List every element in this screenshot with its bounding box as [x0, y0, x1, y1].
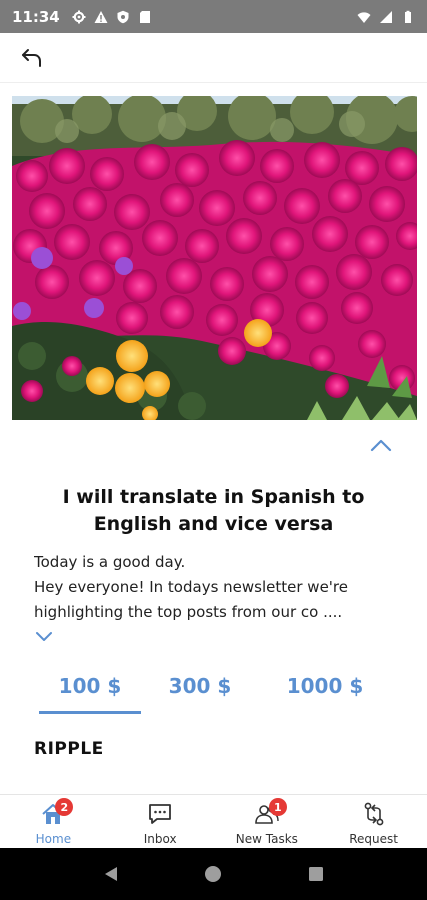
description-line: Today is a good day. [34, 553, 186, 571]
git-compare-icon [361, 801, 387, 827]
system-navigation-bar [0, 848, 427, 900]
nav-label: Request [349, 832, 398, 846]
wifi-icon [357, 11, 371, 23]
expand-description-button[interactable] [34, 627, 54, 645]
home-icon: 2 [40, 798, 74, 827]
status-notification-icons [72, 10, 152, 24]
gig-detail-screen: 11:34 I will translate in Spanish to Eng… [0, 0, 427, 900]
gig-image [12, 96, 417, 420]
image-carousel[interactable] [12, 96, 417, 420]
nav-item-inbox[interactable]: Inbox [107, 795, 214, 848]
app-bar [0, 33, 427, 83]
price-tab-1000[interactable]: 1000 $ [275, 674, 375, 698]
selected-tab-indicator [39, 711, 141, 714]
home-circle-icon [205, 866, 222, 882]
description-line: highlighting the top posts from our co .… [34, 603, 343, 621]
price-tabs: 100 $ 300 $ 1000 $ [20, 668, 410, 718]
nav-item-new-tasks[interactable]: 1 New Tasks [214, 795, 321, 848]
status-bar: 11:34 [0, 0, 427, 33]
description-line: Hey everyone! In todays newsletter we're [34, 578, 348, 596]
gig-title: I will translate in Spanish to English a… [62, 486, 365, 535]
undo-arrow-icon [22, 48, 41, 67]
system-home-button[interactable] [202, 863, 224, 885]
chevron-up-icon [370, 439, 392, 452]
home-badge: 2 [55, 798, 74, 816]
price-tab-300[interactable]: 300 $ [150, 674, 250, 698]
nav-label: Home [35, 832, 72, 846]
nav-item-request[interactable]: Request [320, 795, 427, 848]
new-tasks-badge: 1 [268, 798, 287, 816]
recents-square-icon [308, 867, 323, 881]
shield-icon [117, 10, 129, 23]
system-back-button[interactable] [100, 863, 122, 885]
warning-icon [94, 10, 108, 23]
bottom-navigation: 2 Home Inbox 1 New Tasks Request [0, 794, 427, 848]
system-recents-button[interactable] [305, 863, 327, 885]
battery-icon [405, 10, 411, 23]
sd-card-icon [139, 10, 150, 23]
settings-icon [72, 10, 86, 23]
back-button[interactable] [16, 42, 48, 74]
nav-label: Inbox [143, 832, 177, 846]
status-time: 11:34 [12, 7, 60, 26]
nav-item-home[interactable]: 2 Home [0, 795, 107, 848]
chat-icon [147, 801, 173, 827]
status-system-icons [357, 10, 415, 24]
signal-icon [380, 10, 392, 23]
chevron-down-icon [36, 632, 52, 641]
users-icon: 1 [254, 798, 287, 827]
price-tab-100[interactable]: 100 $ [40, 674, 140, 698]
back-triangle-icon [105, 867, 118, 881]
section-title: RIPPLE [34, 739, 104, 759]
collapse-button[interactable] [367, 433, 395, 457]
nav-label: New Tasks [235, 832, 298, 846]
gig-description: Today is a good day. Hey everyone! In to… [34, 550, 396, 625]
